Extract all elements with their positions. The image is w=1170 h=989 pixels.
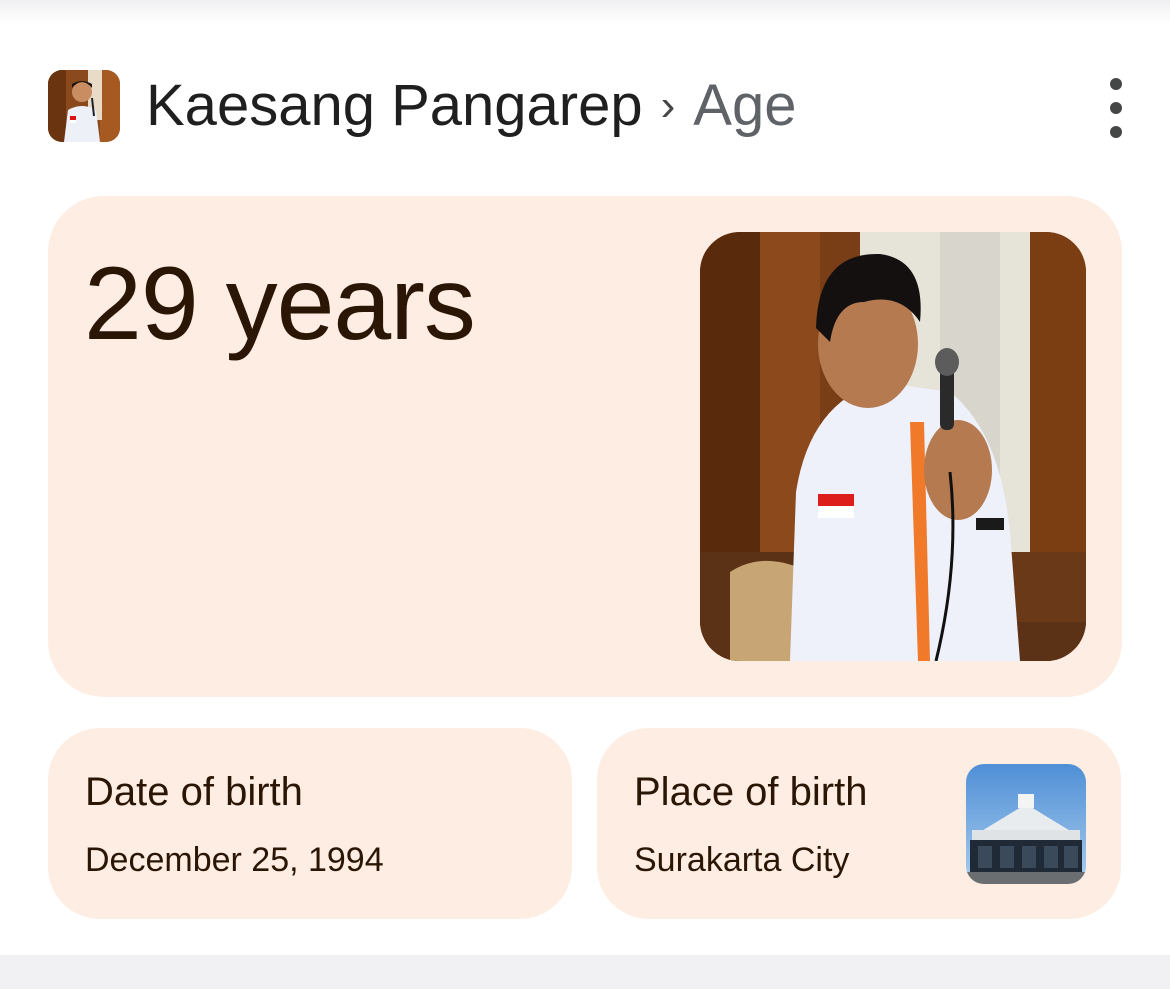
place-of-birth-value: Surakarta City xyxy=(634,841,850,879)
breadcrumb: Kaesang Pangarep › Age xyxy=(146,70,796,142)
entity-name[interactable]: Kaesang Pangarep xyxy=(146,70,643,142)
person-photo-icon xyxy=(48,70,120,142)
answer-card[interactable]: 29 years xyxy=(48,196,1122,697)
more-options-button[interactable] xyxy=(1094,78,1138,138)
place-thumbnail[interactable] xyxy=(966,764,1086,884)
place-of-birth-title: Place of birth xyxy=(634,770,868,814)
place-of-birth-card[interactable]: Place of birth Surakarta City xyxy=(597,728,1121,919)
building-photo-icon xyxy=(966,764,1086,884)
more-vert-icon-dot xyxy=(1110,102,1122,114)
bottom-divider xyxy=(0,955,1170,989)
more-vert-icon-dot xyxy=(1110,126,1122,138)
portrait-photo-icon xyxy=(700,232,1086,661)
date-of-birth-value: December 25, 1994 xyxy=(85,841,384,879)
portrait-image[interactable] xyxy=(700,232,1086,661)
more-vert-icon xyxy=(1110,78,1122,90)
person-avatar[interactable] xyxy=(48,70,120,142)
chevron-right-icon: › xyxy=(660,81,676,130)
age-value: 29 years xyxy=(84,246,476,362)
date-of-birth-title: Date of birth xyxy=(85,770,303,814)
knowledge-header: Kaesang Pangarep › Age xyxy=(48,70,796,142)
date-of-birth-card[interactable]: Date of birth December 25, 1994 xyxy=(48,728,572,919)
attribute-name: Age xyxy=(693,73,797,138)
top-divider xyxy=(0,0,1170,24)
